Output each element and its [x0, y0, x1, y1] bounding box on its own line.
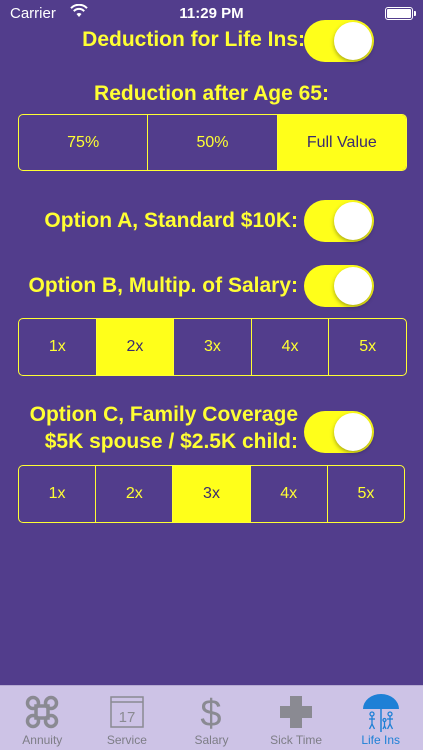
reduction-label: Reduction after Age 65: [94, 82, 329, 105]
option-b-2x[interactable]: 2x [95, 319, 174, 375]
option-c-2x[interactable]: 2x [95, 466, 172, 522]
tab-life-ins-label: Life Ins [361, 733, 401, 747]
tab-sick-time[interactable]: Sick Time [254, 686, 339, 750]
option-c-1x[interactable]: 1x [19, 466, 95, 522]
reduction-segmented-control: 75% 50% Full Value [18, 114, 407, 171]
option-c-3x[interactable]: 3x [172, 466, 250, 522]
deduction-label: Deduction for Life Ins: [82, 28, 305, 51]
toggle-knob [334, 267, 372, 305]
tab-service-label: Service [106, 733, 147, 747]
tab-service[interactable]: 17 Service [85, 686, 170, 750]
option-c-5x[interactable]: 5x [326, 466, 404, 522]
reduction-option-full[interactable]: Full Value [276, 115, 406, 170]
reduction-option-75[interactable]: 75% [19, 115, 147, 170]
toggle-knob [334, 413, 372, 451]
reduction-option-50[interactable]: 50% [147, 115, 276, 170]
calendar-icon-date: 17 [119, 709, 136, 726]
deduction-toggle[interactable] [304, 20, 374, 62]
option-a-toggle[interactable] [304, 200, 374, 242]
option-b-segmented-control: 1x 2x 3x 4x 5x [18, 318, 407, 376]
calendar-icon: 17 [110, 696, 144, 728]
tab-salary[interactable]: $ Salary [169, 686, 254, 750]
tab-salary-label: Salary [194, 733, 229, 747]
clock: 11:29 PM [179, 5, 244, 22]
option-b-1x[interactable]: 1x [19, 319, 96, 375]
command-icon [26, 695, 59, 729]
option-b-4x[interactable]: 4x [250, 319, 329, 375]
option-c-label-line1: Option C, Family Coverage [29, 403, 298, 426]
battery-icon [385, 7, 416, 20]
option-a-label: Option A, Standard $10K: [44, 209, 298, 232]
toggle-knob [334, 22, 372, 60]
option-b-toggle[interactable] [304, 265, 374, 307]
tab-sick-time-label: Sick Time [270, 733, 323, 747]
plus-cross-icon [280, 696, 313, 728]
umbrella-family-icon [362, 694, 399, 732]
option-c-4x[interactable]: 4x [249, 466, 327, 522]
option-c-toggle[interactable] [304, 411, 374, 453]
option-b-label: Option B, Multip. of Salary: [28, 274, 299, 297]
option-b-5x[interactable]: 5x [328, 319, 406, 375]
tab-bar: Annuity 17 Service $ Salary Sick Time Li… [0, 685, 423, 750]
option-c-label-line2: $5K spouse / $2.5K child: [44, 430, 298, 453]
option-b-3x[interactable]: 3x [173, 319, 251, 375]
toggle-knob [334, 202, 372, 240]
tab-annuity-label: Annuity [22, 733, 63, 747]
tab-life-ins[interactable]: Life Ins [338, 686, 423, 750]
dollar-icon: $ [201, 693, 222, 732]
option-c-segmented-control: 1x 2x 3x 4x 5x [18, 465, 405, 523]
dollar-glyph: $ [201, 693, 222, 732]
tab-annuity[interactable]: Annuity [0, 686, 85, 750]
